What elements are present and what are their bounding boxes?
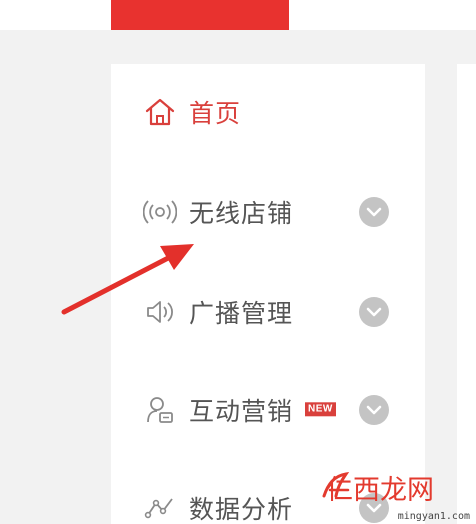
nav-item-interactive-marketing[interactable]: 互动营销 NEW [111, 380, 411, 440]
wireless-signal-icon [143, 195, 177, 229]
watermark: 仁西龙网 mingyan1.com [320, 468, 470, 524]
nav-item-home[interactable]: 首页 [111, 82, 411, 142]
nav-item-label: 互动营销 [189, 397, 294, 426]
line-chart-icon [143, 491, 177, 524]
chevron-down-icon[interactable] [359, 197, 389, 227]
nav-item-wireless-store[interactable]: 无线店铺 [111, 182, 411, 242]
top-red-tab[interactable] [111, 0, 289, 30]
nav-item-label: 首页 [189, 99, 242, 128]
chevron-down-icon[interactable] [359, 395, 389, 425]
user-message-icon [143, 393, 177, 427]
page: 首页 无线店铺 广播管理 互动营销 NEW 数据分析 仁西龙网 mingyan1… [0, 0, 476, 524]
nav-item-label: 无线店铺 [189, 199, 294, 228]
chevron-down-icon[interactable] [359, 297, 389, 327]
content-panel-edge [457, 64, 476, 524]
watermark-url: mingyan1.com [397, 511, 470, 522]
nav-item-label: 数据分析 [189, 495, 294, 524]
nav-item-broadcast[interactable]: 广播管理 [111, 282, 411, 342]
home-icon [143, 95, 177, 129]
watermark-title: 仁西龙网 [326, 475, 434, 506]
new-badge: NEW [305, 402, 336, 417]
speaker-icon [143, 295, 177, 329]
nav-item-label: 广播管理 [189, 299, 294, 328]
